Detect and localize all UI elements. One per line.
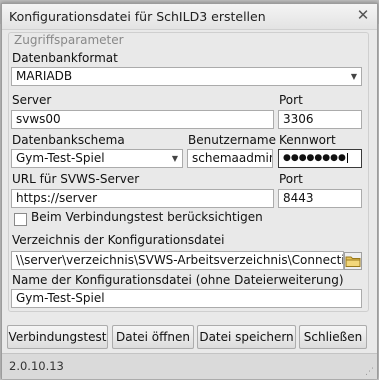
- connection-test-button[interactable]: Verbindungstest: [7, 325, 108, 349]
- status-bar: 2.0.10.13 ⋰: [2, 353, 377, 379]
- chevron-down-icon: ▼: [350, 72, 357, 81]
- port-value: 3306: [283, 112, 314, 126]
- url-input[interactable]: https://server: [11, 189, 274, 208]
- close-button[interactable]: Schließen: [299, 325, 367, 349]
- schema-value: Gym-Test-Spiel: [16, 151, 105, 165]
- url-value: https://server: [16, 191, 97, 205]
- version-text: 2.0.10.13: [9, 359, 64, 373]
- open-file-button[interactable]: Datei öffnen: [112, 325, 194, 349]
- chevron-down-icon: ▼: [171, 154, 178, 163]
- browse-folder-button[interactable]: [344, 252, 362, 270]
- config-name-label: Name der Konfigurationsdatei (ohne Datei…: [12, 273, 344, 287]
- db-format-value: MARIADB: [16, 69, 73, 83]
- url-port-input[interactable]: 8443: [278, 189, 362, 208]
- group-legend: Zugriffsparameter: [12, 33, 126, 47]
- server-input[interactable]: svws00: [11, 110, 274, 129]
- url-label: URL für SVWS-Server: [12, 172, 140, 186]
- username-value: schemaadmin: [192, 151, 273, 165]
- connect-test-label: Beim Verbindungstest berücksichtigen: [31, 210, 263, 224]
- save-file-button[interactable]: Datei speichern: [197, 325, 296, 349]
- config-dir-input[interactable]: \\server\verzeichnis\SVWS-Arbeitsverzeic…: [11, 251, 344, 270]
- config-name-value: Gym-Test-Spiel: [16, 291, 105, 305]
- username-input[interactable]: schemaadmin: [187, 149, 273, 168]
- password-label: Kennwort: [279, 133, 336, 147]
- schema-label: Datenbankschema: [12, 133, 125, 147]
- url-port-label: Port: [279, 172, 303, 186]
- db-format-label: Datenbankformat: [12, 51, 118, 65]
- close-icon[interactable]: ✕: [353, 5, 373, 25]
- text-caret: [346, 153, 348, 163]
- resize-grip-icon[interactable]: ⋰: [365, 367, 374, 377]
- config-dialog: Konfigurationsdatei für SchILD3 erstelle…: [1, 3, 378, 379]
- db-format-select[interactable]: MARIADB ▼: [11, 67, 362, 86]
- title-bar: Konfigurationsdatei für SchILD3 erstelle…: [2, 4, 377, 30]
- config-dir-label: Verzeichnis der Konfigurationsdatei: [12, 233, 225, 247]
- connect-test-checkbox[interactable]: [14, 213, 27, 226]
- folder-icon: [345, 256, 361, 267]
- password-value: ●●●●●●●●: [283, 153, 346, 163]
- port-input[interactable]: 3306: [278, 110, 362, 129]
- password-input[interactable]: ●●●●●●●●: [278, 149, 362, 168]
- server-value: svws00: [16, 112, 61, 126]
- url-port-value: 8443: [283, 191, 314, 205]
- schema-select[interactable]: Gym-Test-Spiel ▼: [11, 149, 183, 168]
- port-label: Port: [279, 93, 303, 107]
- config-name-input[interactable]: Gym-Test-Spiel: [11, 289, 362, 308]
- server-label: Server: [12, 93, 52, 107]
- config-dir-value: \\server\verzeichnis\SVWS-Arbeitsverzeic…: [16, 253, 344, 267]
- window-title: Konfigurationsdatei für SchILD3 erstelle…: [9, 9, 266, 24]
- username-label: Benutzername: [188, 133, 276, 147]
